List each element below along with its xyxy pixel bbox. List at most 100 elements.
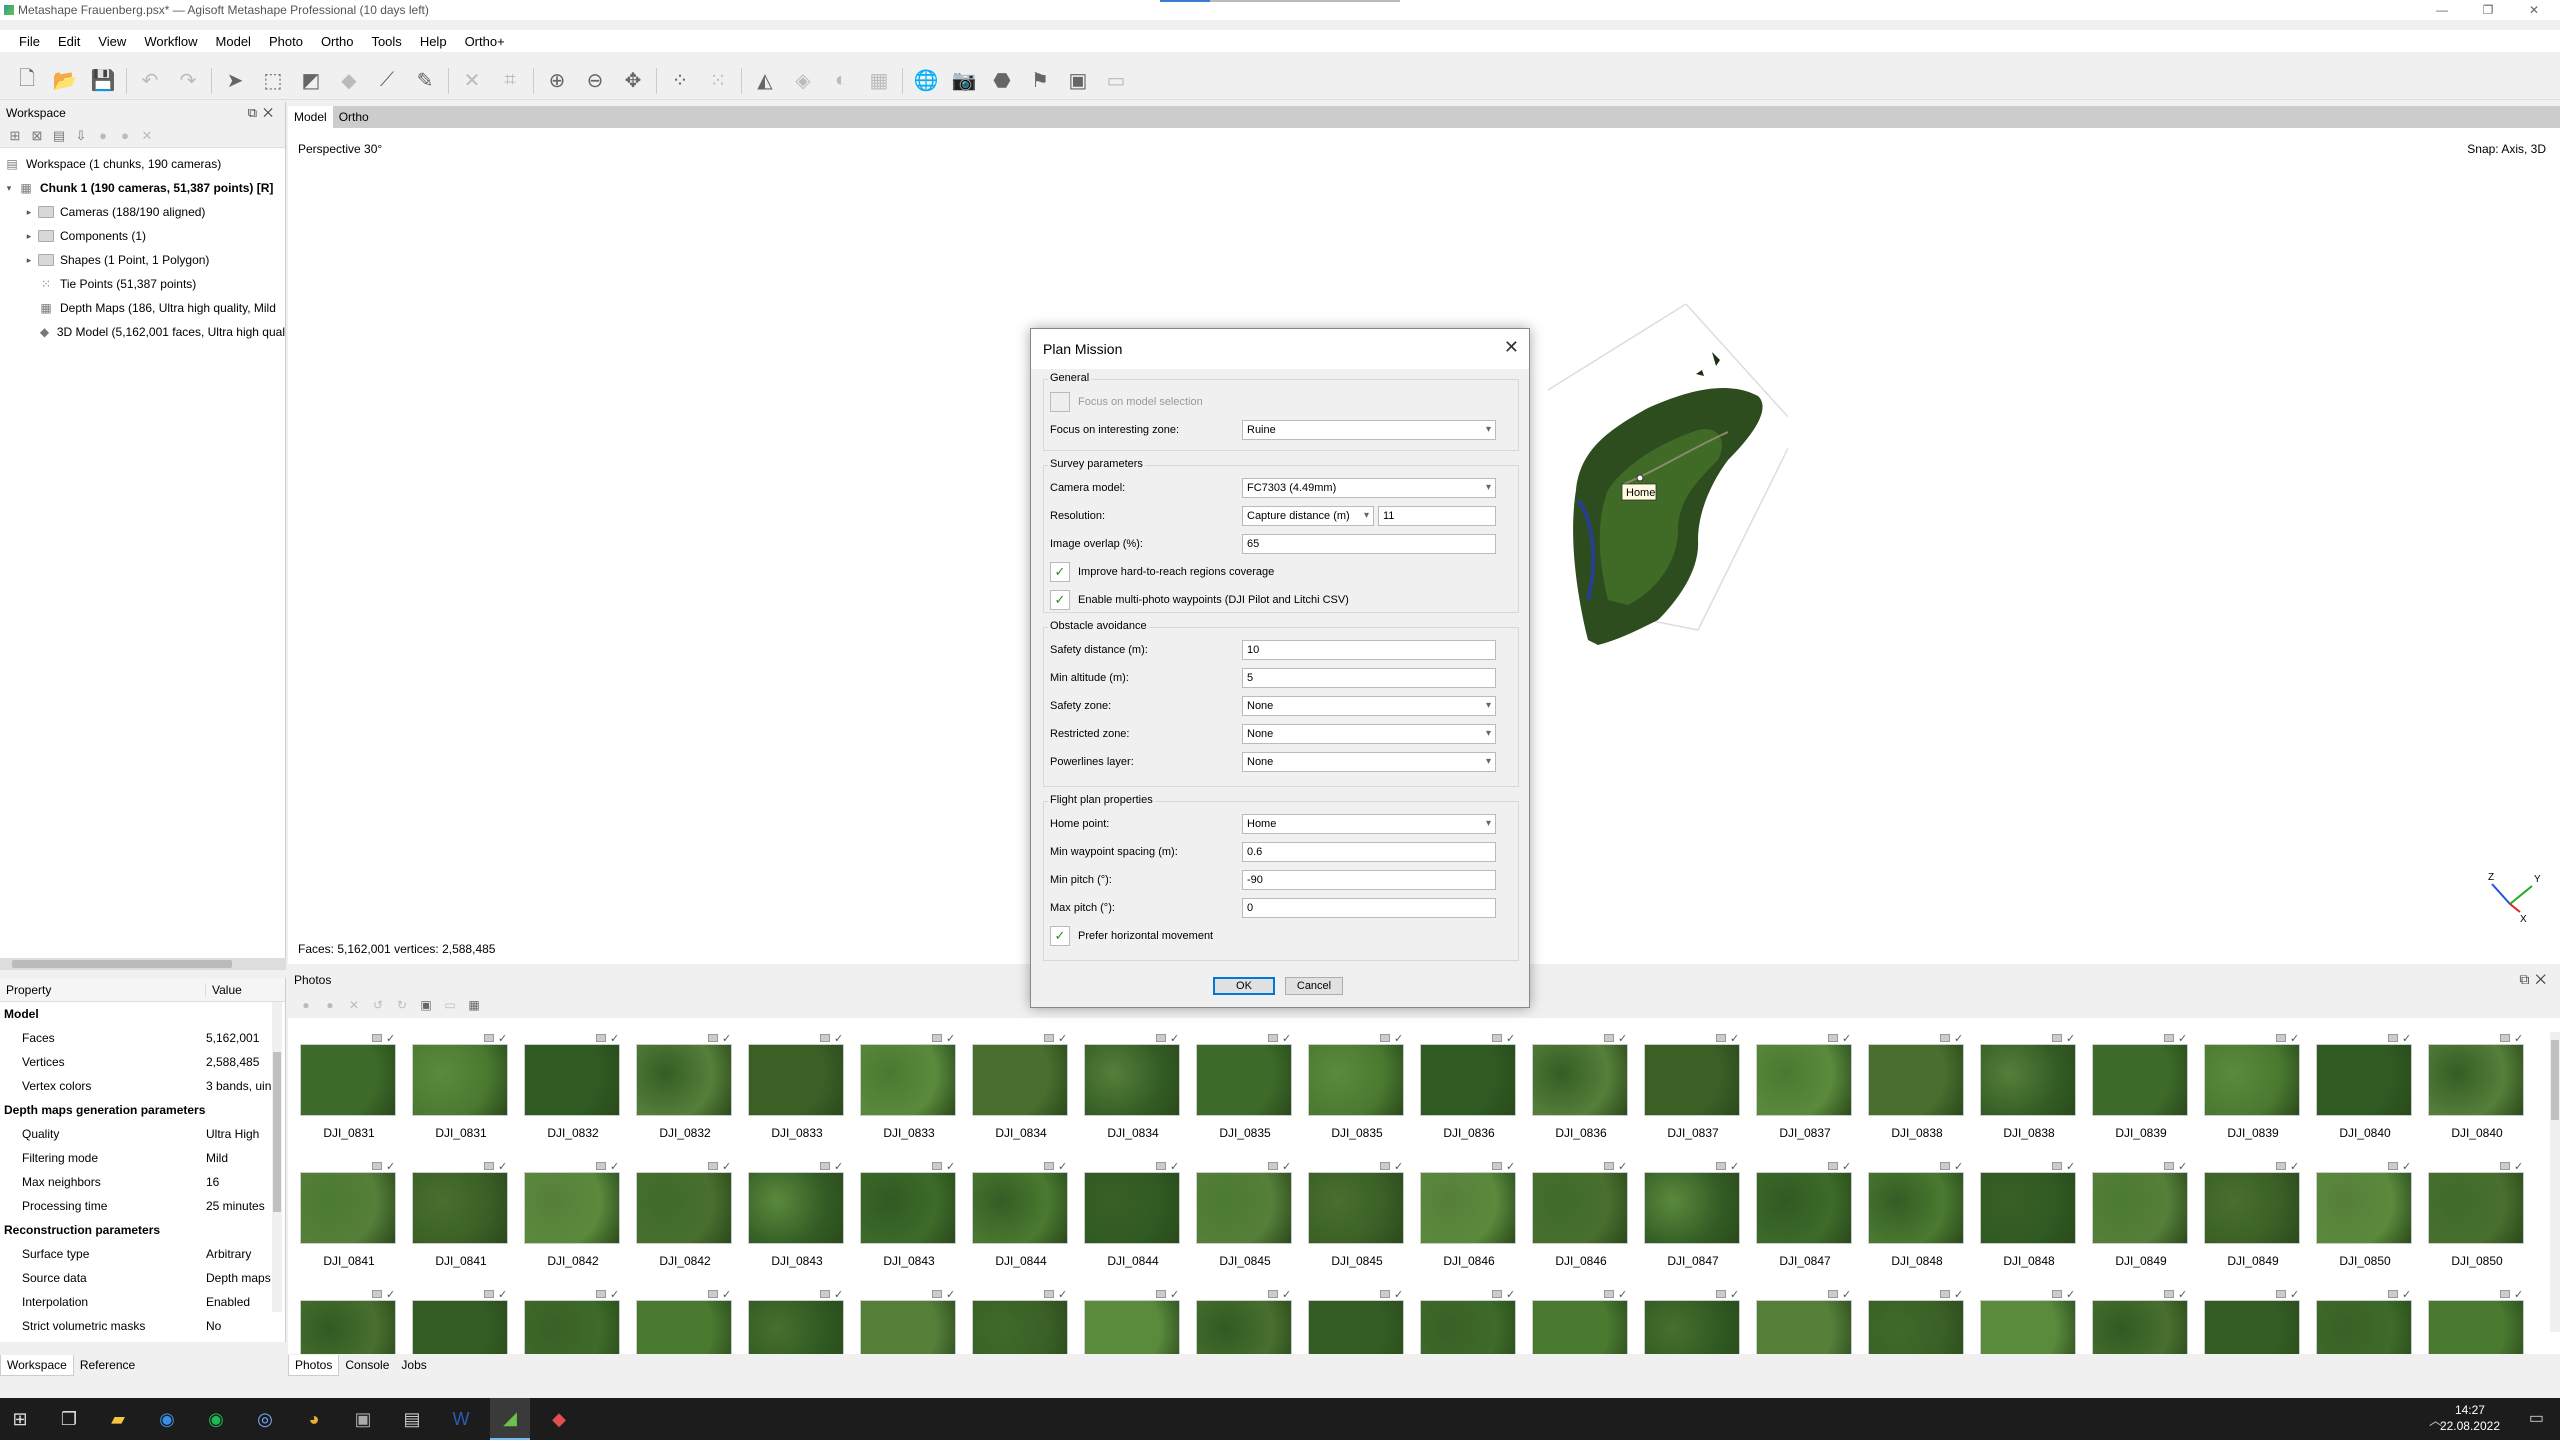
menu-file[interactable]: File: [19, 34, 40, 49]
app-red-icon[interactable]: ◆: [539, 1398, 579, 1440]
photo-thumbnail[interactable]: ✓ DJI_0847: [1752, 1160, 1864, 1288]
photo-thumbnail[interactable]: ✓ DJI_0849: [2088, 1160, 2200, 1288]
photo-thumbnail[interactable]: ✓ DJI_0844: [1080, 1160, 1192, 1288]
column-property[interactable]: Property: [0, 982, 206, 997]
expand-icon[interactable]: ▸: [24, 255, 34, 266]
menu-view[interactable]: View: [98, 34, 126, 49]
add-folder-icon[interactable]: ▤: [51, 128, 67, 144]
photo-thumbnail[interactable]: ✓ DJI_0838: [1864, 1032, 1976, 1160]
photo-thumbnail[interactable]: ✓ DJI_0833: [744, 1032, 856, 1160]
photo-thumbnail[interactable]: ✓ DJI_0832: [520, 1032, 632, 1160]
globe-icon[interactable]: 🌐: [913, 68, 939, 94]
photo-thumbnail[interactable]: ✓ DJI_0848: [1864, 1160, 1976, 1288]
photo-thumbnail[interactable]: ✓ DJI_0843: [744, 1160, 856, 1288]
tree-item-chunk[interactable]: ▾ ▦ Chunk 1 (190 cameras, 51,387 points)…: [0, 176, 285, 200]
open-icon[interactable]: 📂: [52, 68, 78, 94]
workspace-horizontal-scrollbar[interactable]: [0, 958, 286, 970]
photo-thumbnail[interactable]: ✓ DJI_0837: [1640, 1032, 1752, 1160]
minimize-icon[interactable]: —: [2420, 0, 2464, 20]
photo-thumbnail[interactable]: ✓ DJI_0835: [1192, 1032, 1304, 1160]
tab-photos[interactable]: Photos: [288, 1354, 340, 1376]
menu-tools[interactable]: Tools: [371, 34, 401, 49]
photo-thumbnail[interactable]: ✓ DJI_0841: [296, 1160, 408, 1288]
menu-edit[interactable]: Edit: [58, 34, 80, 49]
new-icon[interactable]: 🗋: [14, 68, 40, 94]
app-circle-icon[interactable]: ◎: [245, 1398, 285, 1440]
add-photos-icon[interactable]: ⊠: [29, 128, 45, 144]
photo-thumbnail[interactable]: ✓ DJI_0838: [1976, 1032, 2088, 1160]
photo-thumbnail[interactable]: ✓: [2200, 1288, 2312, 1354]
photo-thumbnail[interactable]: ✓ DJI_0841: [408, 1160, 520, 1288]
tree-item-3d-model[interactable]: ◆ 3D Model (5,162,001 faces, Ultra high …: [0, 320, 285, 344]
image-view-icon[interactable]: ▣: [1065, 68, 1091, 94]
measure-icon[interactable]: ✎: [412, 68, 438, 94]
photo-thumbnail[interactable]: ✓: [2312, 1288, 2424, 1354]
camera-icon[interactable]: 📷: [951, 68, 977, 94]
photo-thumbnail[interactable]: ✓ DJI_0835: [1304, 1032, 1416, 1160]
tree-item-tie-points[interactable]: ⁙ Tie Points (51,387 points): [0, 272, 285, 296]
navigation-icon[interactable]: ➤: [222, 68, 248, 94]
photo-thumbnail[interactable]: ✓ DJI_0844: [968, 1160, 1080, 1288]
zoom-out-icon[interactable]: ⊖: [582, 68, 608, 94]
draw-polygon-icon[interactable]: ◩: [298, 68, 324, 94]
menu-help[interactable]: Help: [420, 34, 447, 49]
import-icon[interactable]: ⇩: [73, 128, 89, 144]
zoom-in-icon[interactable]: ⊕: [544, 68, 570, 94]
overlap-input[interactable]: 65: [1242, 534, 1496, 554]
rotate-left-icon[interactable]: ↺: [371, 998, 385, 1012]
panel-float-close-icon[interactable]: ⧉✕: [248, 105, 279, 121]
menu-model[interactable]: Model: [216, 34, 251, 49]
app-c-icon[interactable]: ▣: [343, 1398, 383, 1440]
focus-zone-select[interactable]: Ruine: [1242, 420, 1496, 440]
tab-reference[interactable]: Reference: [74, 1355, 141, 1375]
undo-icon[interactable]: ↶: [137, 68, 163, 94]
menu-workflow[interactable]: Workflow: [144, 34, 197, 49]
photo-thumbnail[interactable]: ✓ DJI_0846: [1528, 1160, 1640, 1288]
metashape-icon[interactable]: ◢: [490, 1398, 530, 1440]
photo-thumbnail[interactable]: ✓ DJI_0831: [296, 1032, 408, 1160]
model-solid-icon[interactable]: ◈: [790, 68, 816, 94]
tab-workspace[interactable]: Workspace: [0, 1354, 74, 1376]
notification-icon[interactable]: ▭: [2529, 1408, 2544, 1428]
rotate-right-icon[interactable]: ↻: [395, 998, 409, 1012]
tab-model[interactable]: Model: [288, 106, 333, 128]
draw-point-icon[interactable]: ◆: [336, 68, 362, 94]
reset-filter-icon[interactable]: ▭: [443, 998, 457, 1012]
photo-thumbnail[interactable]: ✓: [2424, 1288, 2536, 1354]
expand-icon[interactable]: ▾: [4, 183, 14, 194]
tree-item-workspace[interactable]: ▤ Workspace (1 chunks, 190 cameras): [0, 152, 285, 176]
word-icon[interactable]: W: [441, 1398, 481, 1440]
photo-thumbnail[interactable]: ✓ DJI_0850: [2424, 1160, 2536, 1288]
photo-thumbnail[interactable]: ✓ DJI_0840: [2424, 1032, 2536, 1160]
column-value[interactable]: Value: [206, 983, 242, 997]
photo-thumbnail[interactable]: ✓ DJI_0836: [1416, 1032, 1528, 1160]
photo-thumbnail[interactable]: ✓: [1752, 1288, 1864, 1354]
tree-item-depth-maps[interactable]: ▦ Depth Maps (186, Ultra high quality, M…: [0, 296, 285, 320]
dense-cloud-icon[interactable]: ⁙: [705, 68, 731, 94]
photo-thumbnail[interactable]: ✓: [408, 1288, 520, 1354]
save-icon[interactable]: 💾: [90, 68, 116, 94]
file-explorer-icon[interactable]: ▰: [98, 1398, 138, 1440]
photos-scrollbar[interactable]: [2550, 1032, 2560, 1332]
crop-icon[interactable]: ⌗: [497, 68, 523, 94]
add-chunk-icon[interactable]: ⊞: [7, 128, 23, 144]
photo-thumbnail[interactable]: ✓: [1192, 1288, 1304, 1354]
focus-selection-checkbox[interactable]: [1050, 392, 1070, 412]
improve-coverage-checkbox[interactable]: ✓: [1050, 562, 1070, 582]
photo-thumbnail[interactable]: ✓: [1080, 1288, 1192, 1354]
photo-thumbnail[interactable]: ✓ DJI_0848: [1976, 1160, 2088, 1288]
tree-item-cameras[interactable]: ▸ Cameras (188/190 aligned): [0, 200, 285, 224]
photo-thumbnail[interactable]: ✓ DJI_0842: [520, 1160, 632, 1288]
dialog-close-icon[interactable]: ✕: [1504, 337, 1519, 358]
menu-ortho-plus[interactable]: Ortho+: [465, 34, 505, 49]
photo-thumbnail[interactable]: ✓: [968, 1288, 1080, 1354]
remove-icon[interactable]: ✕: [139, 128, 155, 144]
remove-camera-icon[interactable]: ✕: [347, 998, 361, 1012]
enable-camera-icon[interactable]: ●: [299, 998, 313, 1012]
photo-thumbnail[interactable]: ✓ DJI_0850: [2312, 1160, 2424, 1288]
disable-icon[interactable]: ●: [117, 128, 133, 144]
photo-thumbnail[interactable]: ✓: [632, 1288, 744, 1354]
redo-icon[interactable]: ↷: [175, 68, 201, 94]
home-point-select[interactable]: Home: [1242, 814, 1496, 834]
photo-thumbnail[interactable]: ✓ DJI_0846: [1416, 1160, 1528, 1288]
